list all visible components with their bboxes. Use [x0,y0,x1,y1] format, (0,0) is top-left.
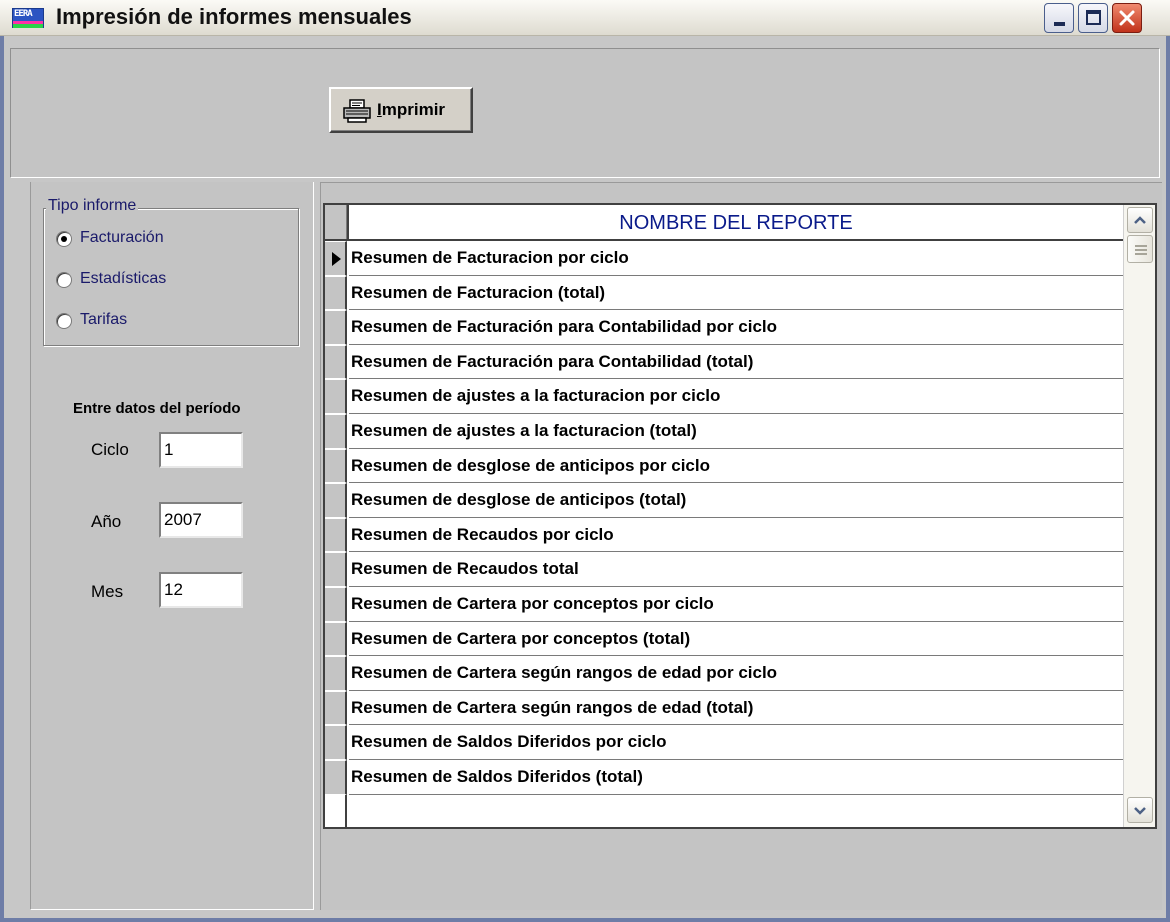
row-indicator-cell[interactable] [325,483,347,518]
row-indicator-cell[interactable] [325,690,347,726]
report-name-cell[interactable]: Resumen de Cartera según rangos de edad … [349,656,1123,691]
maximize-icon [1086,10,1101,25]
table-row[interactable]: Resumen de Recaudos por ciclo [325,517,1123,553]
row-indicator-cell[interactable] [325,448,347,484]
report-name-cell[interactable]: Resumen de ajustes a la facturacion por … [349,379,1123,414]
grid-header: NOMBRE DEL REPORTE [325,205,1123,241]
report-name-cell[interactable]: Resumen de Recaudos total [349,552,1123,587]
window-border [0,918,1170,922]
report-name-cell[interactable]: Resumen de Facturación para Contabilidad… [349,345,1123,380]
app-window: EERA Impresión de informes mensuales Imp… [0,0,1170,922]
table-row[interactable]: Resumen de ajustes a la facturacion (tot… [325,413,1123,449]
radio-label: Estadísticas [80,270,167,287]
close-icon [1119,10,1135,26]
table-row[interactable]: Resumen de Cartera según rangos de edad … [325,656,1123,691]
table-row[interactable]: Resumen de Saldos Diferidos por ciclo [325,725,1123,760]
row-indicator-cell[interactable] [325,586,347,622]
report-type-group: Tipo informe Facturación Estadísticas Ta… [43,197,299,346]
options-panel: Tipo informe Facturación Estadísticas Ta… [30,182,314,910]
column-header-report-name[interactable]: NOMBRE DEL REPORTE [347,205,1123,239]
scroll-thumb[interactable] [1127,235,1153,263]
scroll-up-button[interactable] [1127,207,1153,233]
report-name-cell[interactable]: Resumen de ajustes a la facturacion (tot… [349,414,1123,449]
report-name-cell[interactable]: Resumen de Facturación para Contabilidad… [349,310,1123,345]
header-indicator-cell [325,205,347,239]
row-indicator-cell[interactable] [325,552,347,587]
report-name-cell[interactable]: Resumen de Cartera por conceptos (total) [349,622,1123,657]
table-row[interactable]: Resumen de Facturacion (total) [325,275,1123,311]
row-indicator-cell[interactable] [325,656,347,691]
row-indicator-cell[interactable] [325,621,347,657]
maximize-button[interactable] [1078,3,1108,33]
window-border [1166,36,1170,922]
report-name-cell[interactable]: Resumen de Facturacion (total) [349,276,1123,311]
grid-empty-area [325,794,347,827]
print-button[interactable]: Imprimir [329,87,473,133]
report-grid-panel: NOMBRE DEL REPORTE Resumen de Facturacio… [320,182,1162,910]
table-row[interactable]: Resumen de Facturacion por ciclo [325,241,1123,276]
period-title: Entre datos del período [73,400,241,417]
radio-selected-icon [56,231,72,247]
year-input[interactable] [159,502,243,538]
row-indicator-cell[interactable] [325,275,347,311]
row-indicator-cell[interactable] [325,344,347,380]
row-indicator-cell[interactable] [325,517,347,553]
toolbar-panel: Imprimir [10,48,1160,178]
app-icon: EERA [12,8,44,28]
report-name-cell[interactable]: Resumen de Saldos Diferidos por ciclo [349,725,1123,760]
close-button[interactable] [1112,3,1142,33]
report-type-legend: Tipo informe [46,197,139,215]
row-indicator-cell[interactable] [325,759,347,795]
row-indicator-cell[interactable] [325,725,347,760]
month-label: Mes [91,582,124,601]
table-row[interactable]: Resumen de ajustes a la facturacion por … [325,379,1123,414]
window-title: Impresión de informes mensuales [56,4,412,29]
row-indicator-cell[interactable] [325,413,347,449]
table-row[interactable]: Resumen de desglose de anticipos (total) [325,483,1123,518]
scroll-down-button[interactable] [1127,797,1153,823]
report-name-cell[interactable]: Resumen de desglose de anticipos por cic… [349,449,1123,484]
radio-label: Facturación [80,229,164,246]
current-row-arrow-icon [332,252,341,266]
table-row[interactable]: Resumen de Saldos Diferidos (total) [325,759,1123,795]
table-row[interactable]: Resumen de desglose de anticipos por cic… [325,448,1123,484]
radio-label: Tarifas [80,311,128,328]
report-grid[interactable]: NOMBRE DEL REPORTE Resumen de Facturacio… [323,203,1157,829]
vertical-scrollbar[interactable] [1123,205,1155,827]
table-row[interactable]: Resumen de Cartera por conceptos por cic… [325,586,1123,622]
report-name-cell[interactable]: Resumen de Cartera según rangos de edad … [349,691,1123,726]
title-bar[interactable]: EERA Impresión de informes mensuales [0,0,1170,36]
row-indicator-cell[interactable] [325,379,347,414]
table-row[interactable]: Resumen de Facturación para Contabilidad… [325,310,1123,345]
report-name-cell[interactable]: Resumen de Recaudos por ciclo [349,518,1123,553]
row-indicator-cell[interactable] [325,241,347,276]
report-name-cell[interactable]: Resumen de Facturacion por ciclo [349,241,1123,276]
table-row[interactable]: Resumen de Cartera según rangos de edad … [325,690,1123,726]
print-button-label: Imprimir [377,100,446,119]
month-input[interactable] [159,572,243,608]
row-indicator-cell[interactable] [325,310,347,345]
minimize-icon [1054,22,1065,26]
report-name-cell[interactable]: Resumen de Saldos Diferidos (total) [349,760,1123,795]
radio-unselected-icon [56,313,72,329]
cycle-label: Ciclo [91,440,129,459]
client-area: Imprimir Tipo informe Facturación Estadí… [4,36,1166,918]
chevron-up-icon [1134,216,1146,224]
year-label: Año [91,512,122,531]
table-row[interactable]: Resumen de Recaudos total [325,552,1123,587]
cycle-input[interactable] [159,432,243,468]
printer-icon [343,99,371,123]
radio-unselected-icon [56,272,72,288]
report-name-cell[interactable]: Resumen de Cartera por conceptos por cic… [349,587,1123,622]
report-name-cell[interactable]: Resumen de desglose de anticipos (total) [349,483,1123,518]
chevron-down-icon [1134,807,1146,815]
grid-rows: Resumen de Facturacion por ciclo Resumen … [325,241,1123,795]
minimize-button[interactable] [1044,3,1074,33]
table-row[interactable]: Resumen de Facturación para Contabilidad… [325,344,1123,380]
table-row[interactable]: Resumen de Cartera por conceptos (total) [325,621,1123,657]
